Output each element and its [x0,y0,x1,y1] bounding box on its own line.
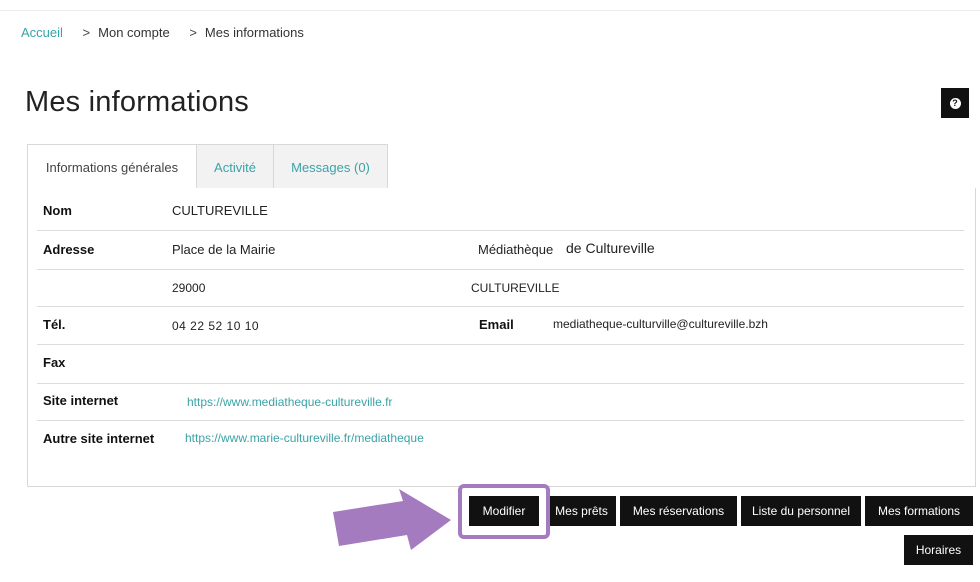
adresse-value: Place de la Mairie [172,242,276,257]
info-row-ville: 29000 CULTUREVILLE [37,270,964,307]
tab-informations-generales[interactable]: Informations générales [27,144,197,191]
page-title: Mes informations [25,86,249,118]
tab-messages[interactable]: Messages (0) [273,144,388,190]
breadcrumb-home-link[interactable]: Accueil [21,25,63,40]
breadcrumb-separator: > [189,25,197,40]
help-button[interactable]: ? [941,88,969,118]
tab-activite[interactable]: Activité [196,144,274,190]
modifier-highlight-box [458,484,550,539]
adresse-label: Adresse [43,242,95,257]
tel-label: Tél. [43,317,66,332]
site-link[interactable]: https://www.mediatheque-cultureville.fr [187,395,392,409]
liste-du-personnel-button[interactable]: Liste du personnel [741,496,861,526]
nom-label: Nom [43,203,72,218]
adresse-right-value: de Cultureville [566,240,655,256]
help-icon: ? [949,97,961,109]
info-row-autre-site: Autre site internet https://www.marie-cu… [37,421,964,457]
breadcrumb-item-mon-compte: Mon compte [98,25,170,40]
tel-value: 04 22 52 10 10 [172,319,260,333]
autre-site-label: Autre site internet [43,431,155,446]
fax-label: Fax [43,355,66,370]
autre-site-link[interactable]: https://www.marie-cultureville.fr/mediat… [185,431,424,445]
adresse-right-prefix: Médiathèque [478,242,554,257]
email-label: Email [479,317,514,332]
ville-value: CULTUREVILLE [471,281,560,295]
site-label: Site internet [43,393,119,408]
info-row-tel: Tél. 04 22 52 10 10 Email mediatheque-cu… [37,307,964,345]
mes-prets-button[interactable]: Mes prêts [547,496,616,526]
horaires-button[interactable]: Horaires [904,535,973,565]
info-row-adresse: Adresse Place de la Mairie Médiathèque d… [37,231,964,270]
info-row-fax: Fax [37,345,964,384]
code-postal-value: 29000 [172,281,206,295]
info-row-site: Site internet https://www.mediatheque-cu… [37,384,964,421]
nom-value: CULTUREVILLE [172,203,268,218]
breadcrumb: Accueil > Mon compte > Mes informations [21,25,304,40]
mes-reservations-button[interactable]: Mes réservations [620,496,737,526]
pointer-arrow-icon [333,489,451,550]
breadcrumb-separator: > [82,25,91,40]
top-divider [0,10,980,11]
email-value: mediatheque-culturville@cultureville.bzh [553,317,768,331]
breadcrumb-item-mes-informations: Mes informations [204,25,304,40]
info-row-nom: Nom CULTUREVILLE [37,192,964,231]
mes-formations-button[interactable]: Mes formations [865,496,973,526]
